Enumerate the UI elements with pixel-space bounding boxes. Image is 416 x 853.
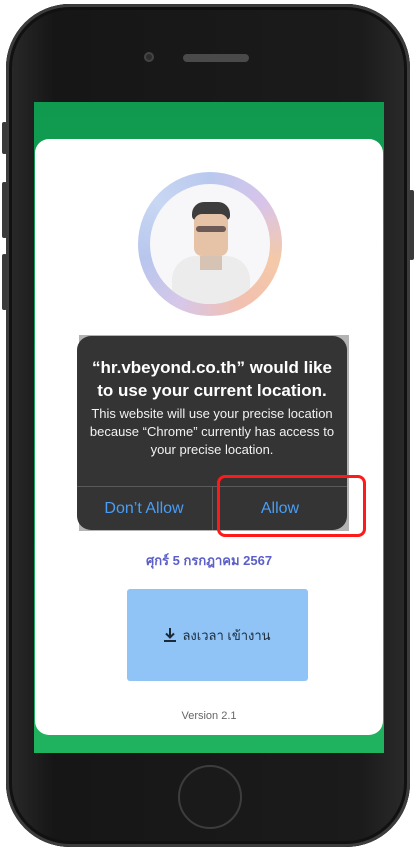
avatar — [138, 172, 282, 316]
earpiece-speaker — [183, 54, 249, 62]
power-button — [409, 190, 414, 260]
date-label: ศุกร์ 5 กรกฎาคม 2567 — [145, 553, 273, 568]
version-label: Version 2.1 — [181, 710, 237, 722]
home-button[interactable] — [178, 765, 242, 829]
checkin-label: ลงเวลา เข้างาน — [182, 627, 271, 643]
volume-down-button — [2, 254, 7, 310]
download-icon — [164, 628, 177, 642]
dialog-message: This website will use your precise locat… — [89, 406, 335, 457]
screen: ศุกร์ 5 กรกฎาคม 2567 ลงเวลา เข้างาน Vers… — [34, 102, 384, 753]
volume-up-button — [2, 182, 7, 238]
front-camera — [144, 52, 154, 62]
checkin-button[interactable]: ลงเวลา เข้างาน — [127, 589, 308, 681]
mute-switch — [2, 122, 7, 154]
dialog-title: “hr.vbeyond.co.th” would like to use you… — [92, 358, 332, 400]
allow-highlight-box — [217, 475, 366, 537]
dont-allow-button[interactable]: Don’t Allow — [77, 487, 211, 530]
avatar-photo — [150, 184, 270, 304]
